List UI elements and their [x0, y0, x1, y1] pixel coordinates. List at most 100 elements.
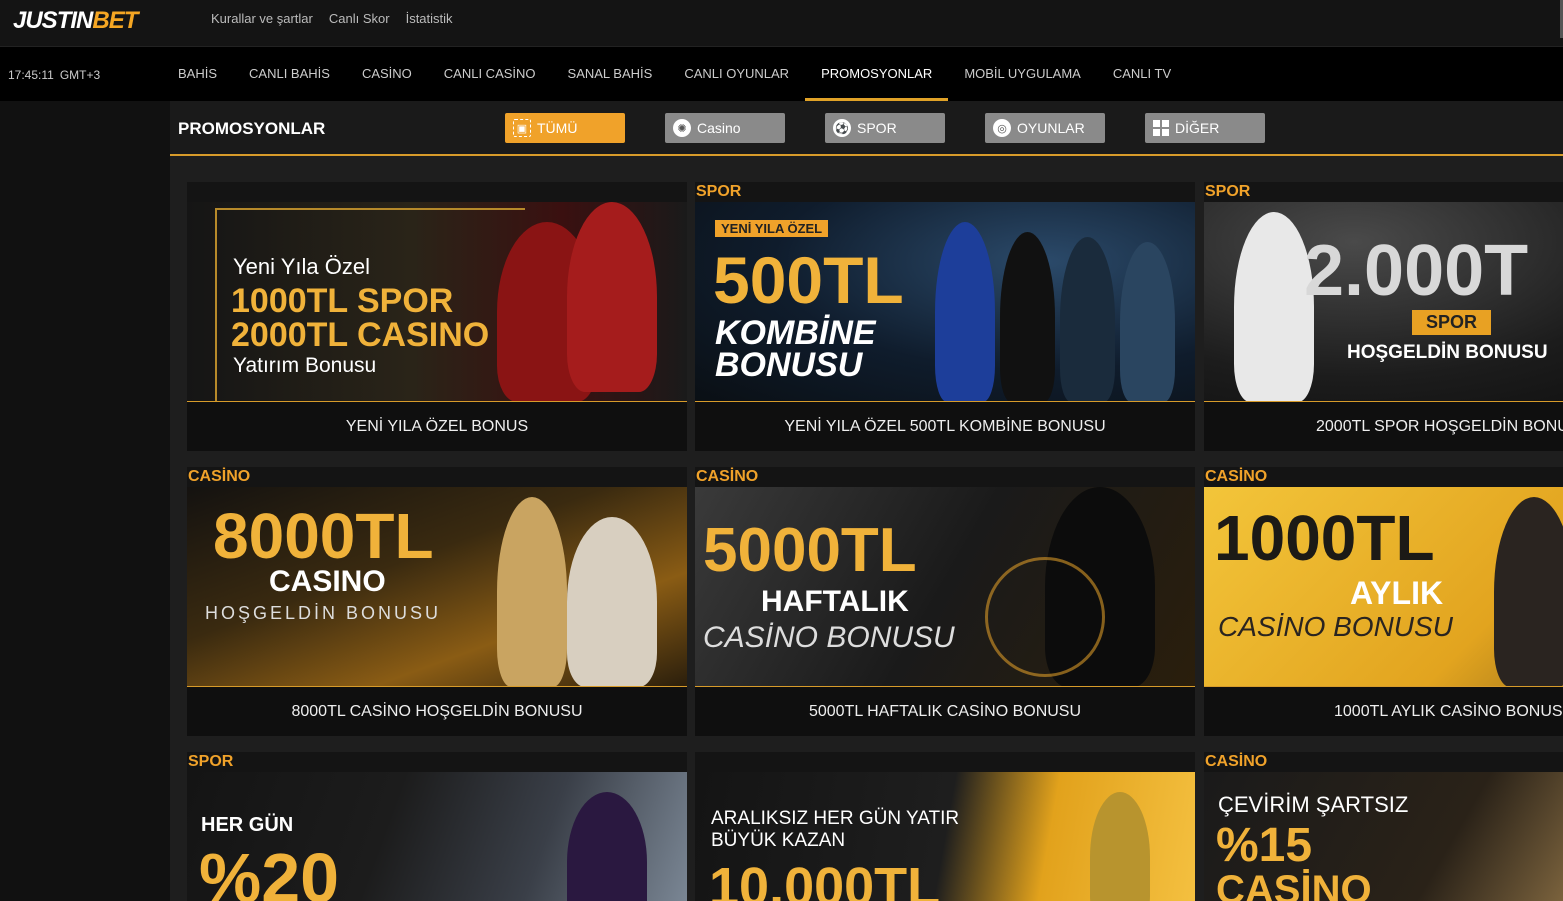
banner-line: HOŞGELDİN BONUSU [1347, 342, 1548, 363]
filter-label: SPOR [857, 120, 897, 136]
filter-casino-button[interactable]: ✺ Casino [665, 113, 785, 143]
promo-category: CASİNO [1204, 467, 1563, 487]
clock-time: 17:45:11 [8, 68, 54, 82]
banner-line: 2000TL CASINO [231, 316, 490, 354]
banner-line: CASİNO BONUSU [703, 621, 955, 654]
filter-label: OYUNLAR [1017, 120, 1085, 136]
promo-category: CASİNO [695, 467, 1195, 487]
promo-banner: YENİ YILA ÖZEL 500TL KOMBİNE BONUSU [695, 202, 1195, 402]
banner-line: %15 [1216, 819, 1313, 872]
banner-line: 1000TL [1214, 502, 1435, 574]
games-icon: ◎ [993, 119, 1011, 137]
link-live-score[interactable]: Canlı Skor [329, 11, 390, 26]
promo-card[interactable]: CASİNO ÇEVİRİM ŞARTSIZ %15 CASİNO [1204, 752, 1563, 901]
promo-category: SPOR [187, 752, 687, 772]
banner-line: BÜYÜK KAZAN [711, 830, 846, 851]
nav-sanal-bahis[interactable]: SANAL BAHİS [552, 47, 669, 101]
promo-card[interactable]: Yeni Yıla Özel 1000TL SPOR 2000TL CASINO… [187, 182, 687, 451]
top-links: Kurallar ve şartlar Canlı Skor İstatisti… [211, 11, 453, 26]
promo-caption: 5000TL HAFTALIK CASİNO BONUSU [695, 686, 1195, 736]
promo-caption: 2000TL SPOR HOŞGELDİN BONUSU [1204, 401, 1563, 451]
nav-canli-oyunlar[interactable]: CANLI OYUNLAR [668, 47, 805, 101]
promo-card[interactable]: SPOR YENİ YILA ÖZEL 500TL KOMBİNE BONUSU… [695, 182, 1195, 451]
nav-canli-bahis[interactable]: CANLI BAHİS [233, 47, 346, 101]
promo-banner: 5000TL HAFTALIK CASİNO BONUSU [695, 487, 1195, 687]
banner-line: ÇEVİRİM ŞARTSIZ [1218, 792, 1409, 817]
top-bar: JUSTINBET Kurallar ve şartlar Canlı Skor… [0, 0, 1563, 47]
all-icon: ▣ [513, 119, 531, 137]
filter-label: TÜMÜ [537, 120, 578, 136]
logo-part-justin: JUSTIN [13, 7, 93, 34]
grid-icon [1153, 120, 1169, 136]
brand-logo[interactable]: JUSTINBET [13, 7, 138, 35]
banner-line: 8000TL [213, 500, 434, 572]
promo-banner: Yeni Yıla Özel 1000TL SPOR 2000TL CASINO… [187, 202, 687, 402]
main-nav: 17:45:11 GMT+3 BAHİS CANLI BAHİS CASİNO C… [0, 47, 1563, 101]
banner-line: CASİNO [1216, 868, 1372, 901]
banner-line: 2.000T [1304, 231, 1529, 311]
banner-line: HAFTALIK [761, 585, 909, 618]
promo-card[interactable]: CASİNO 8000TL CASINO HOŞGELDİN BONUSU 80… [187, 467, 687, 736]
clock: 17:45:11 GMT+3 [8, 68, 100, 82]
banner-line: SPOR [1412, 310, 1492, 335]
nav-promosyonlar[interactable]: PROMOSYONLAR [805, 47, 949, 101]
banner-line: %20 [199, 839, 340, 901]
promo-banner: 2.000T SPOR HOŞGELDİN BONUSU [1204, 202, 1563, 402]
chip-icon: ✺ [673, 119, 691, 137]
banner-line: HER GÜN [201, 814, 294, 836]
banner-line: HOŞGELDİN BONUSU [205, 603, 442, 623]
promo-card[interactable]: CASİNO 5000TL HAFTALIK CASİNO BONUSU 500… [695, 467, 1195, 736]
promotions-content: PROMOSYONLAR ▣ TÜMÜ ✺ Casino ⚽ SPOR ◎ OY… [170, 101, 1563, 901]
nav-casino[interactable]: CASİNO [346, 47, 428, 101]
promo-category [695, 752, 1195, 772]
promo-caption: 1000TL AYLIK CASİNO BONUSU [1204, 686, 1563, 736]
promo-card[interactable]: SPOR 2.000T SPOR HOŞGELDİN BONUSU 2000TL… [1204, 182, 1563, 451]
promo-banner: 1000TL AYLIK CASİNO BONUSU [1204, 487, 1563, 687]
logo-part-bet: BET [92, 7, 138, 34]
promo-caption: YENİ YILA ÖZEL BONUS [187, 401, 687, 451]
filter-oyunlar-button[interactable]: ◎ OYUNLAR [985, 113, 1105, 143]
filter-spor-button[interactable]: ⚽ SPOR [825, 113, 945, 143]
nav-bahis[interactable]: BAHİS [162, 47, 233, 101]
promo-caption: YENİ YILA ÖZEL 500TL KOMBİNE BONUSU [695, 401, 1195, 451]
promo-card[interactable]: ARALIKSIZ HER GÜN YATIR BÜYÜK KAZAN 10.0… [695, 752, 1195, 901]
link-rules[interactable]: Kurallar ve şartlar [211, 11, 313, 26]
left-sidebar [0, 101, 170, 901]
clock-zone: GMT+3 [59, 68, 101, 82]
banner-line: BONUSU [715, 346, 863, 384]
nav-canli-casino[interactable]: CANLI CASİNO [428, 47, 552, 101]
banner-line: CASİNO BONUSU [1218, 611, 1453, 642]
filter-all-button[interactable]: ▣ TÜMÜ [505, 113, 625, 143]
promo-banner: ARALIKSIZ HER GÜN YATIR BÜYÜK KAZAN 10.0… [695, 772, 1195, 901]
banner-line: 500TL [713, 243, 904, 317]
banner-line: CASINO [269, 565, 386, 598]
promo-category: SPOR [695, 182, 1195, 202]
banner-line: ARALIKSIZ HER GÜN YATIR [711, 808, 960, 829]
filter-bar: ▣ TÜMÜ ✺ Casino ⚽ SPOR ◎ OYUNLAR DİĞER [505, 113, 1265, 143]
promo-card[interactable]: SPOR HER GÜN %20 [187, 752, 687, 901]
promo-category: SPOR [1204, 182, 1563, 202]
nav-canli-tv[interactable]: CANLI TV [1097, 47, 1187, 101]
promo-banner: 8000TL CASINO HOŞGELDİN BONUSU [187, 487, 687, 687]
promo-category: CASİNO [1204, 752, 1563, 772]
promo-banner: HER GÜN %20 [187, 772, 687, 901]
banner-line: YENİ YILA ÖZEL [715, 220, 829, 237]
link-statistics[interactable]: İstatistik [406, 11, 453, 26]
banner-line: AYLIK [1350, 575, 1444, 611]
promo-category [187, 182, 687, 202]
page-title: PROMOSYONLAR [178, 119, 326, 138]
filter-diger-button[interactable]: DİĞER [1145, 113, 1265, 143]
banner-line: Yatırım Bonusu [233, 354, 377, 377]
filter-label: Casino [697, 120, 741, 136]
soccer-ball-icon: ⚽ [833, 119, 851, 137]
promo-banner: ÇEVİRİM ŞARTSIZ %15 CASİNO [1204, 772, 1563, 901]
nav-mobil-uygulama[interactable]: MOBİL UYGULAMA [948, 47, 1097, 101]
promo-caption: 8000TL CASİNO HOŞGELDİN BONUSU [187, 686, 687, 736]
banner-line: 5000TL [703, 516, 917, 585]
banner-line: 10.000TL [709, 857, 941, 901]
banner-line: Yeni Yıla Özel [233, 254, 370, 279]
promotions-header: PROMOSYONLAR ▣ TÜMÜ ✺ Casino ⚽ SPOR ◎ OY… [170, 101, 1563, 156]
filter-label: DİĞER [1175, 120, 1220, 136]
promo-card[interactable]: CASİNO 1000TL AYLIK CASİNO BONUSU 1000TL… [1204, 467, 1563, 736]
promo-category: CASİNO [187, 467, 687, 487]
